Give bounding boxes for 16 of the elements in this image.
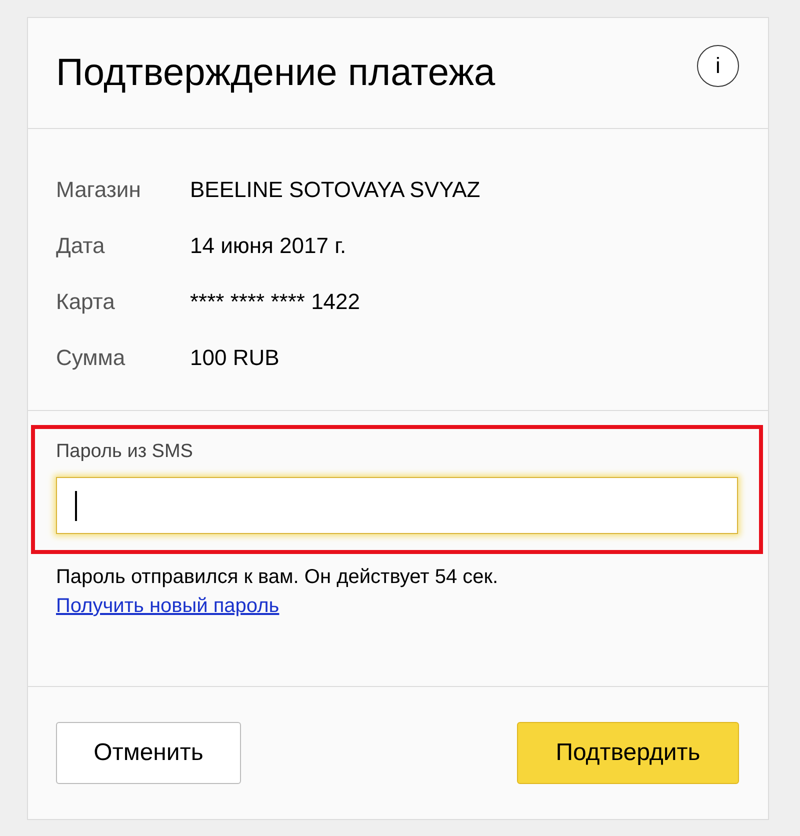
confirm-button[interactable]: Подтвердить bbox=[517, 722, 739, 784]
dialog-title: Подтверждение платежа bbox=[56, 52, 496, 94]
detail-value: 14 июня 2017 г. bbox=[190, 233, 346, 259]
detail-value: BEELINE SOTOVAYA SVYAZ bbox=[190, 177, 480, 203]
detail-label: Дата bbox=[56, 233, 106, 259]
detail-value: **** **** **** 1422 bbox=[190, 289, 360, 315]
field-label: Пароль из SMS bbox=[56, 441, 194, 463]
detail-label: Сумма bbox=[56, 345, 126, 371]
detail-value: 100 RUB bbox=[190, 345, 280, 371]
info-button[interactable]: i bbox=[697, 45, 739, 87]
detail-label: Карта bbox=[56, 289, 116, 315]
sms-password-field[interactable] bbox=[56, 477, 738, 534]
new-password-link[interactable]: Получить новый пароль bbox=[56, 595, 280, 618]
cancel-button[interactable]: Отменить bbox=[56, 722, 241, 784]
password-sent-message: Пароль отправился к вам. Он действует 54 сек. bbox=[56, 566, 500, 589]
detail-label: Магазин bbox=[56, 177, 142, 203]
